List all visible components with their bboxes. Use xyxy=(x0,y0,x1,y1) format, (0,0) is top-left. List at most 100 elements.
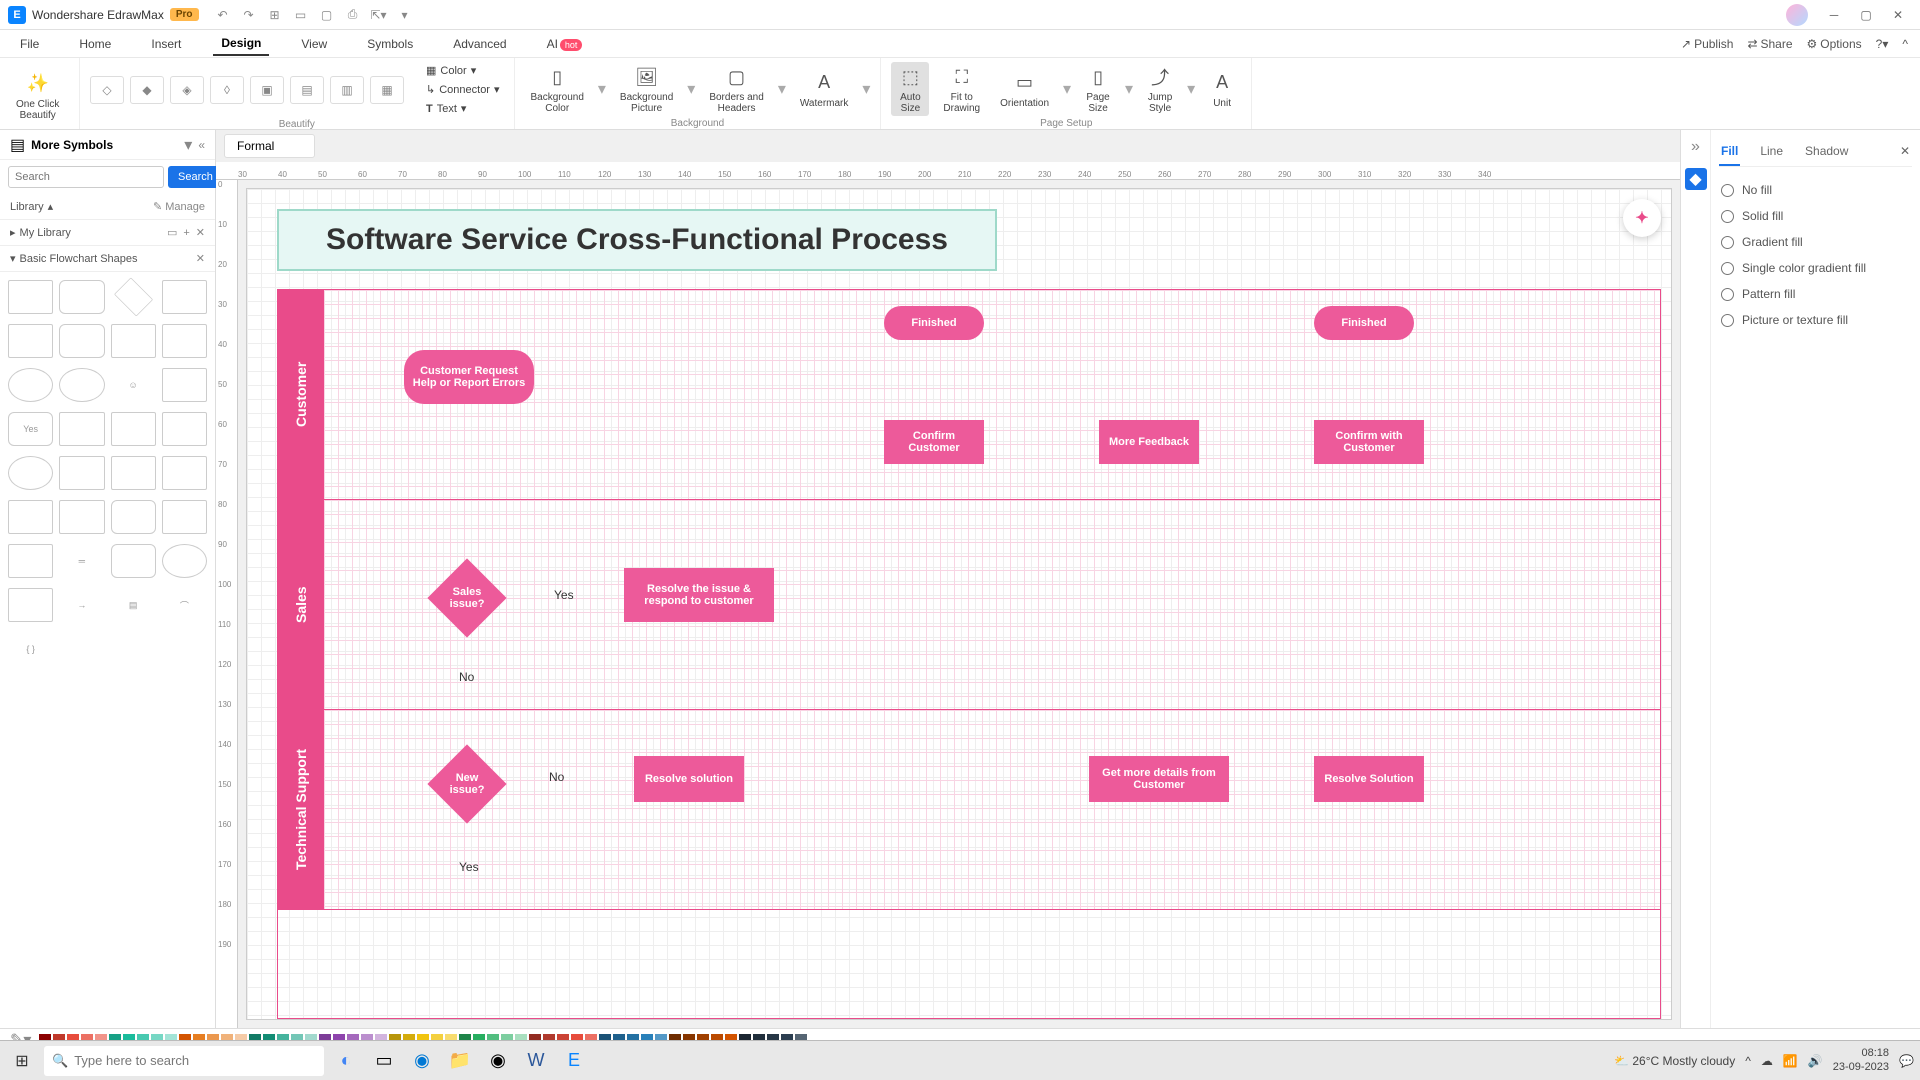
notifications-icon[interactable]: 💬 xyxy=(1899,1054,1914,1068)
shape-stored[interactable] xyxy=(59,500,104,534)
new-button[interactable]: ⊞ xyxy=(267,7,283,23)
shape-circle[interactable] xyxy=(59,368,104,402)
options-button[interactable]: ⚙ Options xyxy=(1807,37,1862,51)
shape-oval2[interactable] xyxy=(8,456,53,490)
menu-ai[interactable]: AIhot xyxy=(539,33,591,55)
menu-file[interactable]: File xyxy=(12,33,47,55)
tab-line[interactable]: Line xyxy=(1758,138,1785,166)
symbol-search-input[interactable] xyxy=(8,166,164,188)
theme-2[interactable]: ◆ xyxy=(130,76,164,104)
node-sales-q[interactable]: Sales issue? xyxy=(427,558,506,637)
tab-fill[interactable]: Fill xyxy=(1719,138,1740,166)
fit-drawing[interactable]: ⛶Fit to Drawing xyxy=(937,62,986,116)
menu-advanced[interactable]: Advanced xyxy=(445,33,514,55)
shape-hex[interactable] xyxy=(8,544,53,578)
node-resolve-2[interactable]: Resolve solution xyxy=(634,756,744,802)
wifi-icon[interactable]: 📶 xyxy=(1783,1054,1798,1068)
color-dropdown[interactable]: ▦ Color ▾ xyxy=(422,62,504,79)
node-finished-1[interactable]: Finished xyxy=(884,306,984,340)
radio-pattern[interactable]: Pattern fill xyxy=(1719,281,1912,307)
shape-manual[interactable] xyxy=(111,456,156,490)
theme-3[interactable]: ◈ xyxy=(170,76,204,104)
node-resolve-3[interactable]: Resolve Solution xyxy=(1314,756,1424,802)
clock[interactable]: 08:1823-09-2023 xyxy=(1833,1047,1889,1073)
ai-assistant-button[interactable]: ✦ xyxy=(1623,199,1661,237)
shape-trap[interactable] xyxy=(162,456,207,490)
radio-gradient[interactable]: Gradient fill xyxy=(1719,229,1912,255)
library-label[interactable]: Library xyxy=(10,201,44,213)
shape-internal[interactable] xyxy=(162,324,207,358)
shape-predef[interactable] xyxy=(111,324,156,358)
edge-icon[interactable]: ◉ xyxy=(406,1045,438,1077)
lane-sales[interactable]: Sales xyxy=(278,500,324,709)
shape-connector[interactable] xyxy=(162,544,207,578)
shape-arc[interactable]: ⌒ xyxy=(162,588,207,622)
theme-7[interactable]: ▥ xyxy=(330,76,364,104)
share-button[interactable]: ⇄ Share xyxy=(1747,37,1792,51)
more-symbols-title[interactable]: More Symbols xyxy=(31,138,178,152)
shape-frame[interactable] xyxy=(162,412,207,446)
redo-button[interactable]: ↷ xyxy=(241,7,257,23)
node-resolve-1[interactable]: Resolve the issue & respond to customer xyxy=(624,568,774,622)
shape-brace[interactable]: { } xyxy=(8,632,53,666)
chrome-icon[interactable]: ◉ xyxy=(482,1045,514,1077)
theme-8[interactable]: ▦ xyxy=(370,76,404,104)
radio-single[interactable]: Single color gradient fill xyxy=(1719,255,1912,281)
word-icon[interactable]: W xyxy=(520,1045,552,1077)
diagram-title[interactable]: Software Service Cross-Functional Proces… xyxy=(277,209,997,271)
theme-4[interactable]: ◊ xyxy=(210,76,244,104)
shape-doc[interactable] xyxy=(162,280,207,314)
canvas[interactable]: Software Service Cross-Functional Proces… xyxy=(246,188,1672,1020)
theme-1[interactable]: ◇ xyxy=(90,76,124,104)
shape-display[interactable] xyxy=(8,500,53,534)
user-avatar[interactable] xyxy=(1786,4,1808,26)
node-feedback[interactable]: More Feedback xyxy=(1099,420,1199,464)
shape-note[interactable]: ▤ xyxy=(111,588,156,622)
menu-insert[interactable]: Insert xyxy=(143,33,189,55)
jump-style[interactable]: ⤴Jump Style xyxy=(1141,62,1179,116)
shape-terminator[interactable] xyxy=(59,324,104,358)
onedrive-icon[interactable]: ☁ xyxy=(1761,1054,1773,1068)
edrawmax-taskbar-icon[interactable]: E xyxy=(558,1045,590,1077)
radio-nofill[interactable]: No fill xyxy=(1719,177,1912,203)
orientation[interactable]: ▭Orientation xyxy=(994,68,1055,111)
maximize-button[interactable]: ▢ xyxy=(1852,4,1880,26)
lib-action-3[interactable]: ✕ xyxy=(196,226,205,239)
lane-tech[interactable]: Technical Support xyxy=(278,710,324,909)
shape-manual2[interactable] xyxy=(162,500,207,534)
tab-shadow[interactable]: Shadow xyxy=(1803,138,1850,166)
tray-chevron[interactable]: ^ xyxy=(1745,1054,1751,1068)
node-confirm[interactable]: Confirm Customer xyxy=(884,420,984,464)
task-view-icon[interactable]: ▭ xyxy=(368,1045,400,1077)
weather-widget[interactable]: ⛅ 26°C Mostly cloudy xyxy=(1614,1054,1735,1068)
explorer-icon[interactable]: 📁 xyxy=(444,1045,476,1077)
more-qat[interactable]: ▾ xyxy=(397,7,413,23)
close-shapes[interactable]: ✕ xyxy=(196,252,205,265)
shape-parallelogram[interactable] xyxy=(8,324,53,358)
save-button[interactable]: ▢ xyxy=(319,7,335,23)
print-button[interactable]: ⎙ xyxy=(345,7,361,23)
export-button[interactable]: ⇱▾ xyxy=(371,7,387,23)
collapse-ribbon[interactable]: ^ xyxy=(1902,37,1908,51)
start-button[interactable]: ⊞ xyxy=(6,1045,38,1077)
theme-5[interactable]: ▣ xyxy=(250,76,284,104)
unit[interactable]: AUnit xyxy=(1203,68,1241,111)
bg-color[interactable]: ▯Background Color xyxy=(525,62,590,116)
bg-picture[interactable]: 🖼Background Picture xyxy=(614,62,679,116)
fill-mode-icon[interactable]: ◆ xyxy=(1685,168,1707,190)
shape-delay[interactable] xyxy=(59,456,104,490)
shape-diamond[interactable] xyxy=(114,277,153,316)
auto-size[interactable]: ⬚Auto Size xyxy=(891,62,929,116)
shape-person[interactable] xyxy=(162,368,207,402)
lib-action-2[interactable]: + xyxy=(183,227,189,239)
taskbar-search[interactable]: 🔍 Type here to search xyxy=(44,1046,324,1076)
menu-symbols[interactable]: Symbols xyxy=(359,33,421,55)
connector-dropdown[interactable]: ↳ Connector ▾ xyxy=(422,81,504,98)
radio-solid[interactable]: Solid fill xyxy=(1719,203,1912,229)
shape-arrow[interactable]: → xyxy=(59,588,104,622)
cortana-icon[interactable]: ◐ xyxy=(330,1045,362,1077)
text-dropdown[interactable]: T Text ▾ xyxy=(422,100,504,117)
node-request[interactable]: Customer Request Help or Report Errors xyxy=(404,350,534,404)
shape-rect[interactable] xyxy=(8,280,53,314)
lib-action-1[interactable]: ▭ xyxy=(167,226,177,239)
